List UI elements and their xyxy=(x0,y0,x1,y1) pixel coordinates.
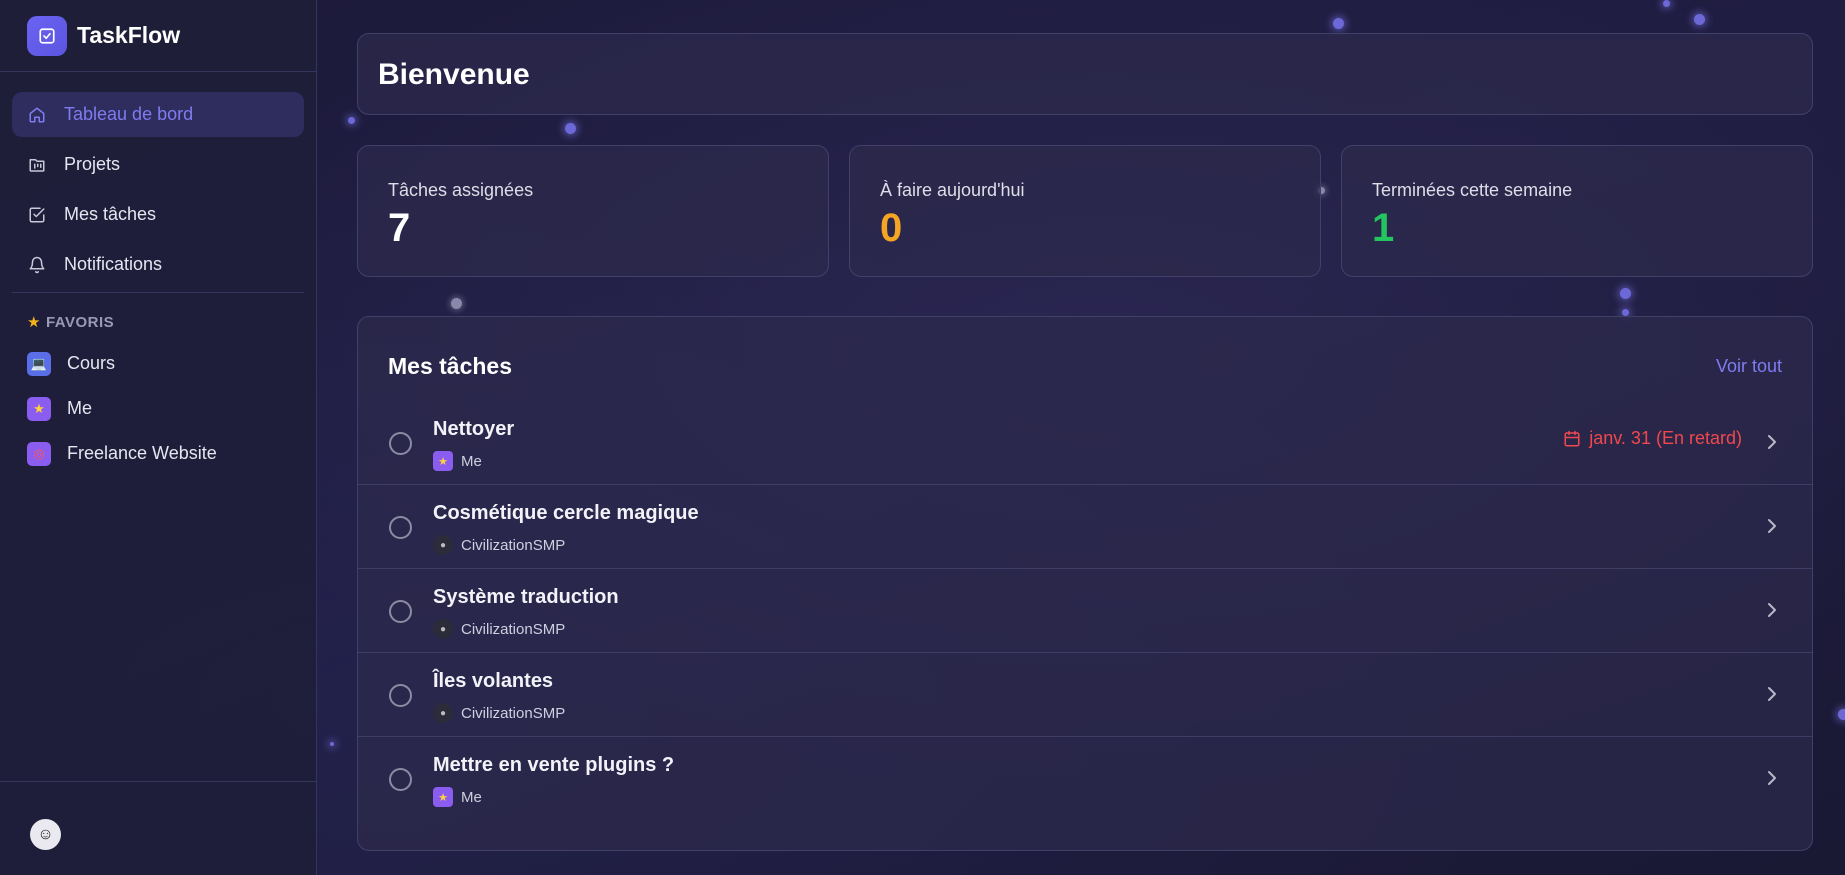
section-title: Mes tâches xyxy=(388,353,513,379)
favorite-item-cours[interactable]: 💻 Cours xyxy=(0,341,316,386)
chevron-right-icon[interactable] xyxy=(1765,684,1779,704)
task-title: Mettre en vente plugins ? xyxy=(433,754,675,776)
stat-card-due-today: À faire aujourd'hui 0 xyxy=(849,145,1321,277)
task-checkbox[interactable] xyxy=(389,600,412,623)
nav-item-notifications[interactable]: Notifications xyxy=(12,242,304,287)
checkbox-icon xyxy=(27,205,47,225)
avatar[interactable]: ☺ xyxy=(30,819,61,850)
task-row[interactable]: Nettoyer ★ Me janv. 31 (En retard) xyxy=(358,401,1812,485)
decor-dot xyxy=(451,298,462,309)
decor-dot xyxy=(348,117,355,124)
task-checkbox[interactable] xyxy=(389,684,412,707)
decor-dot xyxy=(1622,309,1629,316)
favorites-list: 💻 Cours ★ Me ◎ Freelance Website xyxy=(0,331,316,476)
project-avatar-icon: ● xyxy=(433,703,453,723)
stat-label: Tâches assignées xyxy=(388,180,534,200)
due-date: janv. 31 (En retard) xyxy=(1563,428,1742,449)
home-icon xyxy=(27,105,47,125)
taskflow-logo-icon xyxy=(27,15,67,56)
welcome-card: Bienvenue xyxy=(357,33,1813,115)
see-all-link[interactable]: Voir tout xyxy=(1716,356,1782,377)
favorite-item-me[interactable]: ★ Me xyxy=(0,386,316,431)
task-project: ★ Me xyxy=(433,787,482,807)
task-row[interactable]: Cosmétique cercle magique ● Civilization… xyxy=(358,485,1812,569)
project-avatar-icon: ● xyxy=(433,619,453,639)
chevron-right-icon[interactable] xyxy=(1765,768,1779,788)
decor-dot xyxy=(1333,18,1344,29)
bell-icon xyxy=(27,255,47,275)
project-avatar-icon: ● xyxy=(433,535,453,555)
brand[interactable]: TaskFlow xyxy=(0,0,316,72)
task-project: ● CivilizationSMP xyxy=(433,535,565,555)
star-icon: ★ xyxy=(433,451,453,471)
stat-label: Terminées cette semaine xyxy=(1372,180,1573,200)
task-checkbox[interactable] xyxy=(389,516,412,539)
nav-item-label: Mes tâches xyxy=(64,204,157,224)
task-list: Nettoyer ★ Me janv. 31 (En retard) Cosmé… xyxy=(358,401,1812,821)
nav-item-label: Projets xyxy=(64,154,121,174)
main-nav: Tableau de bord Projets Mes tâches Notif… xyxy=(0,72,316,287)
star-icon: ★ xyxy=(27,396,51,421)
task-row[interactable]: Îles volantes ● CivilizationSMP xyxy=(358,653,1812,737)
nav-item-my-tasks[interactable]: Mes tâches xyxy=(12,192,304,237)
nav-item-projects[interactable]: Projets xyxy=(12,142,304,187)
chevron-right-icon[interactable] xyxy=(1765,600,1779,620)
target-icon: ◎ xyxy=(27,441,51,466)
calendar-icon xyxy=(1563,430,1581,448)
task-row[interactable]: Système traduction ● CivilizationSMP xyxy=(358,569,1812,653)
task-row[interactable]: Mettre en vente plugins ? ★ Me xyxy=(358,737,1812,821)
stat-label: À faire aujourd'hui xyxy=(880,180,1025,200)
task-title: Cosmétique cercle magique xyxy=(433,502,699,524)
decor-dot xyxy=(1838,709,1845,720)
laptop-icon: 💻 xyxy=(27,351,51,376)
sidebar: TaskFlow Tableau de bord Projets Mes tâc… xyxy=(0,0,317,875)
nav-item-label: Tableau de bord xyxy=(64,104,194,124)
task-checkbox[interactable] xyxy=(389,768,412,791)
stat-value: 0 xyxy=(880,206,903,250)
star-icon: ★ xyxy=(433,787,453,807)
my-tasks-card: Mes tâches Voir tout Nettoyer ★ Me janv.… xyxy=(357,316,1813,851)
task-project: ● CivilizationSMP xyxy=(433,619,565,639)
task-project: ★ Me xyxy=(433,451,482,471)
favorites-heading: ★ FAVORIS xyxy=(27,313,115,332)
stat-card-assigned: Tâches assignées 7 xyxy=(357,145,829,277)
app-name: TaskFlow xyxy=(77,22,181,48)
task-checkbox[interactable] xyxy=(389,432,412,455)
nav-item-dashboard[interactable]: Tableau de bord xyxy=(12,92,304,137)
favorite-item-freelance-website[interactable]: ◎ Freelance Website xyxy=(0,431,316,476)
task-title: Îles volantes xyxy=(433,670,554,692)
stat-value: 1 xyxy=(1372,206,1395,250)
sidebar-footer: ☺ xyxy=(0,781,316,875)
kanban-icon xyxy=(27,155,47,175)
decor-dot xyxy=(565,123,576,134)
stat-value: 7 xyxy=(388,206,411,250)
chevron-right-icon[interactable] xyxy=(1765,432,1779,452)
task-project: ● CivilizationSMP xyxy=(433,703,565,723)
chevron-right-icon[interactable] xyxy=(1765,516,1779,536)
decor-dot xyxy=(1663,0,1670,7)
page-title: Bienvenue xyxy=(378,58,530,91)
decor-dot xyxy=(330,742,334,746)
star-icon: ★ xyxy=(27,314,41,331)
nav-item-label: Notifications xyxy=(64,254,163,274)
decor-dot xyxy=(1694,14,1705,25)
stat-card-completed-week: Terminées cette semaine 1 xyxy=(1341,145,1813,277)
decor-dot xyxy=(1620,288,1631,299)
task-title: Système traduction xyxy=(433,586,619,608)
task-title: Nettoyer xyxy=(433,418,515,440)
